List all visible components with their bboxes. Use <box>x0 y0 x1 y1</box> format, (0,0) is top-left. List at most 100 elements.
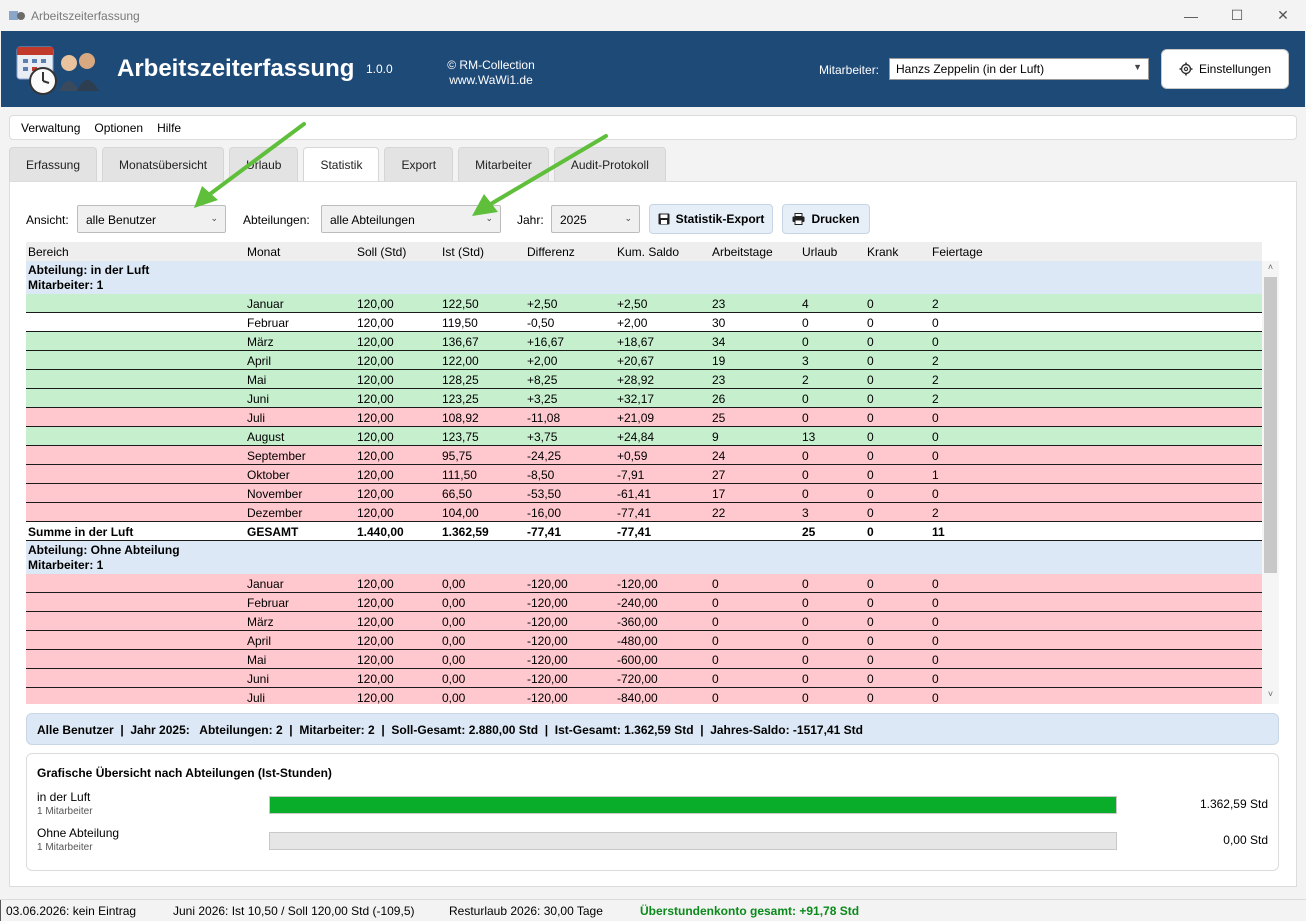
cell-monat: Juni <box>247 392 270 406</box>
vertical-scrollbar[interactable]: ˄ ˅ <box>1262 261 1279 704</box>
bar-label: Ohne Abteilung <box>37 826 120 840</box>
table-header: Bereich Monat Soll (Std) Ist (Std) Diffe… <box>26 242 1262 261</box>
table-row[interactable]: August 120,00 123,75 +3,75 +24,84 9 13 0 0 <box>26 427 1262 446</box>
cell-ft: 0 <box>932 487 939 501</box>
app-version: 1.0.0 <box>366 62 393 76</box>
app-logo <box>15 43 101 97</box>
menu-optionen[interactable]: Optionen <box>94 121 143 135</box>
table-row[interactable]: Juni 120,00 0,00 -120,00 -720,00 0 0 0 0 <box>26 669 1262 688</box>
sum-row: Summe in der Luft GESAMT 1.440,00 1.362,59 -… <box>26 522 1262 541</box>
settings-button[interactable]: Einstellungen <box>1161 49 1289 89</box>
col-differenz[interactable]: Differenz <box>527 245 575 259</box>
status-separator <box>0 900 1 918</box>
menu-hilfe[interactable]: Hilfe <box>157 121 181 135</box>
col-soll[interactable]: Soll (Std) <box>357 245 406 259</box>
sum-cell-bereich: Summe in der Luft <box>28 525 134 539</box>
sum-cell-ft: 11 <box>932 525 945 539</box>
cell-ft: 0 <box>932 615 939 629</box>
table-row[interactable]: Februar 120,00 0,00 -120,00 -240,00 0 0 0 0 <box>26 593 1262 612</box>
table-row[interactable]: Dezember 120,00 104,00 -16,00 -77,41 22 3 0 2 <box>26 503 1262 522</box>
table-row[interactable]: April 120,00 122,00 +2,00 +20,67 19 3 0 2 <box>26 351 1262 370</box>
view-label: Ansicht: <box>26 213 69 227</box>
cell-ist: 95,75 <box>442 449 473 463</box>
cell-diff: -24,25 <box>527 449 562 463</box>
cell-soll: 120,00 <box>357 392 394 406</box>
col-krank[interactable]: Krank <box>867 245 898 259</box>
scroll-up-icon[interactable]: ˄ <box>1262 262 1279 276</box>
window-titlebar: Arbeitszeiterfassung — ☐ ✕ <box>0 0 1306 31</box>
cell-at: 0 <box>712 672 719 686</box>
minimize-button[interactable]: — <box>1168 0 1214 31</box>
cell-ft: 0 <box>932 430 939 444</box>
cell-diff: +3,75 <box>527 430 558 444</box>
col-kum-saldo[interactable]: Kum. Saldo <box>617 245 679 259</box>
annotation-arrow <box>194 122 306 208</box>
close-button[interactable]: ✕ <box>1260 0 1306 31</box>
cell-url: 0 <box>802 691 809 704</box>
cell-kum: +2,50 <box>617 297 648 311</box>
menu-verwaltung[interactable]: Verwaltung <box>21 121 80 135</box>
cell-kr: 0 <box>867 487 874 501</box>
app-header: Arbeitszeiterfassung 1.0.0 © RM-Collecti… <box>1 31 1305 107</box>
cell-at: 0 <box>712 596 719 610</box>
cell-url: 2 <box>802 373 809 387</box>
table-row[interactable]: Mai 120,00 128,25 +8,25 +28,92 23 2 0 2 <box>26 370 1262 389</box>
cell-kr: 0 <box>867 430 874 444</box>
cell-ft: 0 <box>932 577 939 591</box>
table-row[interactable]: Februar 120,00 119,50 -0,50 +2,00 30 0 0 0 <box>26 313 1262 332</box>
maximize-button[interactable]: ☐ <box>1214 0 1260 31</box>
print-button[interactable]: Drucken <box>782 204 870 234</box>
summary-bar: Alle Benutzer | Jahr 2025: Abteilungen: … <box>26 713 1279 745</box>
cell-kum: +32,17 <box>617 392 655 406</box>
cell-monat: September <box>247 449 306 463</box>
col-arbeitstage[interactable]: Arbeitstage <box>712 245 773 259</box>
cell-at: 0 <box>712 634 719 648</box>
app-icon <box>9 10 25 22</box>
cell-at: 9 <box>712 430 719 444</box>
scroll-down-icon[interactable]: ˅ <box>1262 689 1279 703</box>
cell-ist: 0,00 <box>442 577 466 591</box>
cell-monat: Januar <box>247 577 284 591</box>
table-row[interactable]: September 120,00 95,75 -24,25 +0,59 24 0 0 0 <box>26 446 1262 465</box>
table-row[interactable]: Oktober 120,00 111,50 -8,50 -7,91 27 0 0 1 <box>26 465 1262 484</box>
col-feiertage[interactable]: Feiertage <box>932 245 983 259</box>
cell-ist: 122,00 <box>442 354 479 368</box>
statistik-export-button[interactable]: Statistik-Export <box>649 204 773 234</box>
table-row[interactable]: Juli 120,00 0,00 -120,00 -840,00 0 0 0 0 <box>26 688 1262 704</box>
cell-kum: -120,00 <box>617 577 658 591</box>
col-bereich[interactable]: Bereich <box>28 245 69 259</box>
cell-kr: 0 <box>867 316 874 330</box>
employee-select[interactable]: Hanzs Zeppelin (in der Luft) ▼ <box>889 58 1149 80</box>
col-monat[interactable]: Monat <box>247 245 280 259</box>
cell-url: 0 <box>802 615 809 629</box>
col-urlaub[interactable]: Urlaub <box>802 245 837 259</box>
cell-monat: Dezember <box>247 506 303 520</box>
table-row[interactable]: Januar 120,00 122,50 +2,50 +2,50 23 4 0 2 <box>26 294 1262 313</box>
cell-ist: 104,00 <box>442 506 479 520</box>
scrollbar-thumb[interactable] <box>1264 277 1277 573</box>
col-ist[interactable]: Ist (Std) <box>442 245 484 259</box>
table-row[interactable]: Januar 120,00 0,00 -120,00 -120,00 0 0 0 0 <box>26 574 1262 593</box>
cell-url: 0 <box>802 653 809 667</box>
cell-at: 23 <box>712 373 726 387</box>
cell-ist: 0,00 <box>442 615 466 629</box>
table-row[interactable]: April 120,00 0,00 -120,00 -480,00 0 0 0 0 <box>26 631 1262 650</box>
statistics-table: Bereich Monat Soll (Std) Ist (Std) Diffe… <box>26 242 1279 704</box>
table-row[interactable]: Mai 120,00 0,00 -120,00 -600,00 0 0 0 0 <box>26 650 1262 669</box>
tab-erfassung[interactable]: Erfassung <box>9 147 98 181</box>
table-row[interactable]: März 120,00 136,67 +16,67 +18,67 34 0 0 0 <box>26 332 1262 351</box>
table-row[interactable]: März 120,00 0,00 -120,00 -360,00 0 0 0 0 <box>26 612 1262 631</box>
cell-soll: 120,00 <box>357 316 394 330</box>
cell-kum: +28,92 <box>617 373 655 387</box>
tab-export[interactable]: Export <box>384 147 454 181</box>
cell-soll: 120,00 <box>357 354 394 368</box>
cell-url: 0 <box>802 487 809 501</box>
table-row[interactable]: Juli 120,00 108,92 -11,08 +21,09 25 0 0 0 <box>26 408 1262 427</box>
table-row[interactable]: Juni 120,00 123,25 +3,25 +32,17 26 0 0 2 <box>26 389 1262 408</box>
cell-at: 17 <box>712 487 726 501</box>
cell-ist: 111,50 <box>442 468 477 482</box>
bar-label: in der Luft <box>37 790 91 804</box>
cell-kum: -600,00 <box>617 653 658 667</box>
table-row[interactable]: November 120,00 66,50 -53,50 -61,41 17 0 0 0 <box>26 484 1262 503</box>
cell-ft: 0 <box>932 411 939 425</box>
